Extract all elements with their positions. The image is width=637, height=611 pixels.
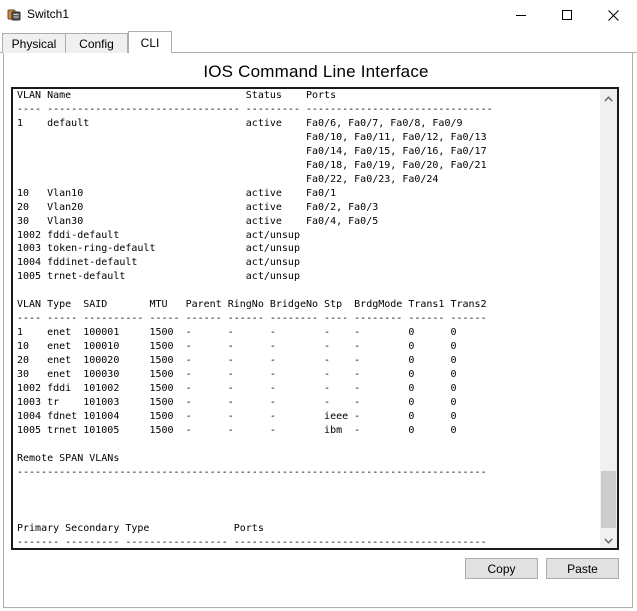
- close-icon: [607, 9, 619, 21]
- switch-app-icon: [6, 7, 22, 23]
- console-line: Fa0/18, Fa0/19, Fa0/20, Fa0/21: [17, 159, 487, 171]
- cli-heading: IOS Command Line Interface: [203, 62, 429, 81]
- console-line: Fa0/14, Fa0/15, Fa0/16, Fa0/17: [17, 145, 487, 157]
- console-output[interactable]: VLAN Name Status Ports ---- -------------…: [17, 89, 597, 550]
- maximize-icon: [562, 10, 572, 20]
- tab-cli[interactable]: CLI: [128, 31, 172, 53]
- console-line: ---- -------------------------------- --…: [17, 103, 493, 115]
- console-line: 10 enet 100010 1500 - - - - - 0 0: [17, 341, 457, 353]
- console-line: 1004 fdnet 101004 1500 - - - ieee - 0 0: [17, 410, 457, 422]
- console-scrollbar[interactable]: [600, 89, 617, 548]
- minimize-icon: [516, 10, 526, 20]
- title-bar: Switch1: [0, 0, 637, 30]
- console-line: ----------------------------------------…: [17, 466, 487, 478]
- chevron-up-icon: [604, 89, 613, 107]
- console-line: 1 enet 100001 1500 - - - - - 0 0: [17, 327, 457, 339]
- console-line: 1 default active Fa0/6, Fa0/7, Fa0/8, Fa…: [17, 117, 463, 129]
- console-line: 1002 fddi-default act/unsup: [17, 229, 300, 241]
- console-line: 1005 trnet 101005 1500 - - - ibm - 0 0: [17, 424, 457, 436]
- console-line: 1003 tr 101003 1500 - - - - - 0 0: [17, 396, 457, 408]
- minimize-button[interactable]: [498, 0, 544, 30]
- console-line: 20 Vlan20 active Fa0/2, Fa0/3: [17, 201, 379, 213]
- tab-config[interactable]: Config: [65, 33, 128, 53]
- paste-button[interactable]: Paste: [546, 558, 619, 579]
- window-title: Switch1: [27, 7, 70, 21]
- maximize-button[interactable]: [544, 0, 590, 30]
- close-button[interactable]: [590, 0, 636, 30]
- scroll-thumb[interactable]: [601, 471, 616, 528]
- console-line: Remote SPAN VLANs: [17, 452, 120, 464]
- scroll-up-button[interactable]: [600, 89, 617, 106]
- console-line: 1003 token-ring-default act/unsup: [17, 243, 300, 255]
- console-line: Fa0/22, Fa0/23, Fa0/24: [17, 173, 439, 185]
- console-line: 20 enet 100020 1500 - - - - - 0 0: [17, 355, 457, 367]
- console-line: 1005 trnet-default act/unsup: [17, 271, 300, 283]
- console-line: VLAN Type SAID MTU Parent RingNo BridgeN…: [17, 299, 487, 311]
- console-line: 1002 fddi 101002 1500 - - - - - 0 0: [17, 383, 457, 395]
- tab-physical[interactable]: Physical: [2, 33, 66, 53]
- console-line: 1004 fddinet-default act/unsup: [17, 257, 300, 269]
- console-line: 30 Vlan30 active Fa0/4, Fa0/5: [17, 215, 379, 227]
- console-line: 30 enet 100030 1500 - - - - - 0 0: [17, 369, 457, 381]
- copy-button[interactable]: Copy: [465, 558, 538, 579]
- cli-console[interactable]: VLAN Name Status Ports ---- -------------…: [11, 87, 619, 550]
- console-line: Fa0/10, Fa0/11, Fa0/12, Fa0/13: [17, 131, 487, 143]
- console-line: 10 Vlan10 active Fa0/1: [17, 187, 337, 199]
- console-line: Primary Secondary Type Ports: [17, 522, 264, 534]
- scroll-down-button[interactable]: [600, 531, 617, 548]
- console-line: VLAN Name Status Ports: [17, 90, 337, 101]
- chevron-down-icon: [604, 531, 613, 549]
- console-line: ---- ----- ---------- ----- ------ -----…: [17, 313, 487, 325]
- console-line: ------- --------- ----------------- ----…: [17, 536, 487, 548]
